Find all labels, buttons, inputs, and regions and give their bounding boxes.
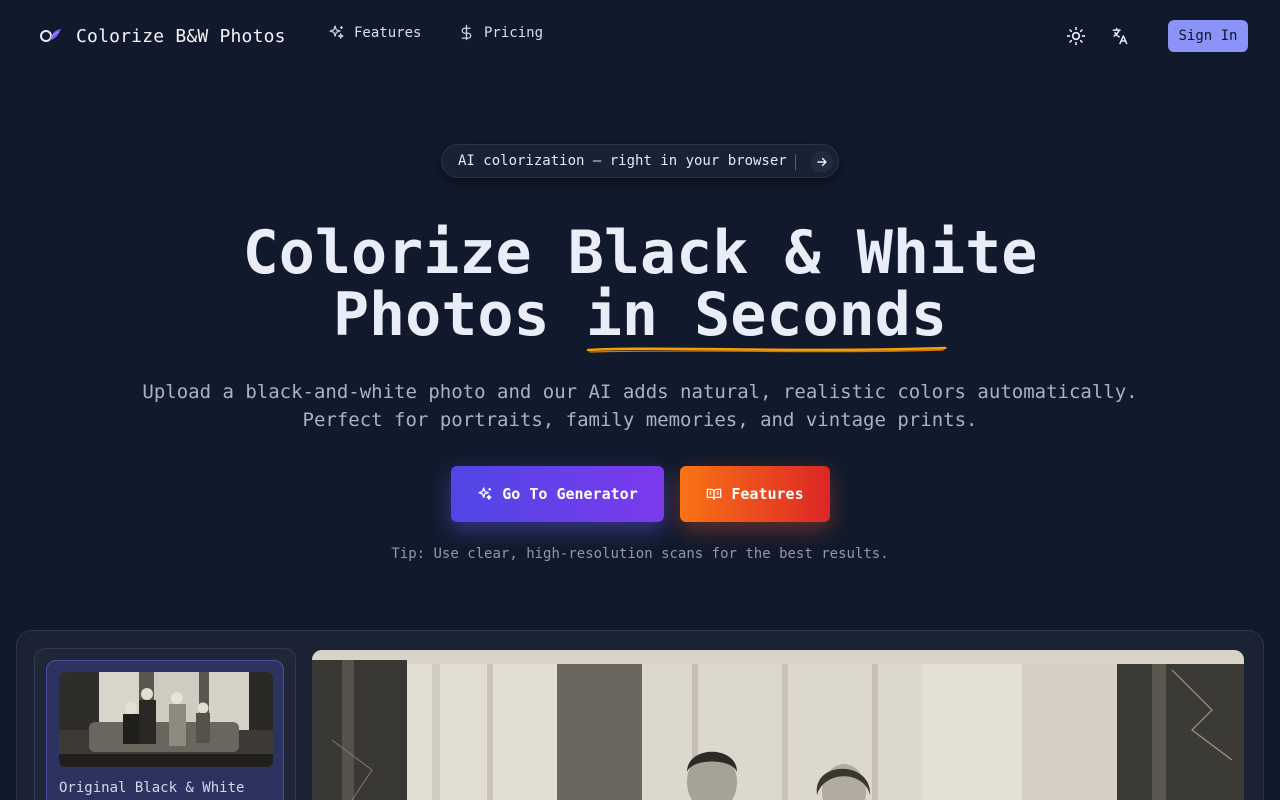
- headline-accent-text: in Seconds: [585, 280, 948, 350]
- brand-name: Colorize B&W Photos: [76, 25, 286, 47]
- sparkles-icon: [478, 487, 492, 500]
- pill-arrow-button[interactable]: [811, 151, 833, 173]
- dollar-icon: [461, 24, 472, 41]
- top-navbar: Colorize B&W Photos Features Pricing Sig…: [0, 0, 1280, 72]
- subtext-line-2: Perfect for portraits, family memories, …: [302, 409, 978, 431]
- nav-link-pricing[interactable]: Pricing: [458, 24, 543, 41]
- thumbnail-label: Original Black & White Photo: [59, 780, 245, 796]
- hero-subtext: Upload a black-and-white photo and our A…: [0, 378, 1280, 434]
- features-button[interactable]: Features: [680, 466, 830, 522]
- subtext-line-1: Upload a black-and-white photo and our A…: [142, 381, 1138, 403]
- sun-icon: [1066, 26, 1086, 46]
- language-button[interactable]: [1108, 24, 1132, 48]
- go-to-generator-button[interactable]: Go To Generator: [451, 466, 664, 522]
- theme-toggle-button[interactable]: [1064, 24, 1088, 48]
- headline-line-1: Colorize Black & White: [242, 218, 1038, 288]
- main-preview-photo: [312, 650, 1244, 800]
- announcement-pill[interactable]: AI colorization — right in your browser: [441, 144, 839, 178]
- family-photo-thumbnail: [59, 672, 273, 767]
- translate-icon: [1112, 27, 1128, 45]
- book-open-icon: [707, 488, 722, 500]
- button-label: Go To Generator: [502, 485, 638, 503]
- headline-line-2-plain: Photos: [332, 280, 586, 350]
- sparkles-icon: [329, 25, 344, 39]
- sign-in-button[interactable]: Sign In: [1168, 20, 1248, 52]
- nav-link-label: Features: [354, 24, 422, 41]
- headline-accent: in Seconds: [586, 284, 947, 353]
- pill-divider: [795, 154, 796, 170]
- thumbnail-card[interactable]: Original Black & White Photo: [46, 660, 284, 800]
- button-label: Features: [731, 485, 804, 503]
- nav-link-features[interactable]: Features: [328, 24, 421, 41]
- brand-link[interactable]: Colorize B&W Photos: [36, 22, 286, 50]
- nav-link-label: Pricing: [484, 24, 544, 41]
- hero-headline: Colorize Black & White Photos in Seconds: [0, 222, 1280, 353]
- arrow-right-icon: [817, 157, 827, 167]
- headline-underline: [586, 346, 947, 353]
- tip-text: Tip: Use clear, high-resolution scans fo…: [391, 546, 889, 562]
- announcement-text: AI colorization — right in your browser: [458, 153, 787, 169]
- logo-icon: [40, 29, 61, 42]
